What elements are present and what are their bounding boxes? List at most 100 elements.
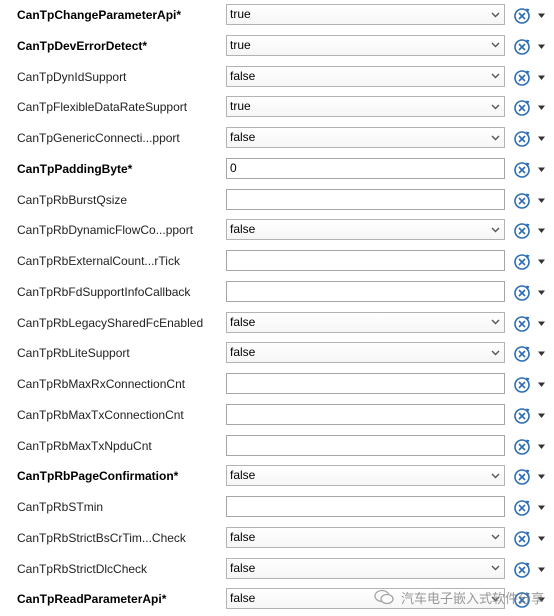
param-value-input[interactable] [230,435,500,455]
param-label: CanTpRbMaxTxConnectionCnt [17,407,184,422]
dropdown-selected-value: true [230,7,251,21]
reset-default-icon[interactable] [512,191,532,211]
reset-default-icon[interactable] [512,37,532,57]
reset-default-icon[interactable] [512,98,532,118]
chevron-down-icon[interactable] [487,128,504,147]
reset-default-icon[interactable] [512,344,532,364]
chevron-down-icon[interactable] [487,36,504,55]
chevron-down-icon[interactable] [487,343,504,362]
dropdown-selected-value: false [230,560,256,575]
reset-default-icon[interactable] [512,406,532,426]
param-value-dropdown[interactable]: false [226,465,505,487]
triangle-down-icon[interactable] [537,534,546,543]
param-label: CanTpRbFdSupportInfoCallback [17,284,191,299]
triangle-down-icon[interactable] [537,472,546,481]
param-value-dropdown[interactable]: true [226,34,505,56]
param-value-input[interactable] [230,158,500,178]
chevron-down-icon[interactable] [487,67,504,86]
reset-default-icon[interactable] [512,252,532,272]
dropdown-selected-value: false [230,130,256,144]
dropdown-selected-value: true [230,99,251,114]
triangle-down-icon[interactable] [537,11,546,20]
param-label: CanTpRbMaxRxConnectionCnt [17,377,186,391]
param-value-dropdown[interactable]: false [226,65,505,87]
triangle-down-icon[interactable] [537,349,546,358]
watermark: 汽车电子嵌入式软件分享 [373,586,544,608]
param-row-can-tp-dyn-id-support: CanTpDynIdSupport false [0,62,554,93]
param-row-can-tp-flexible-data-rate-support: CanTpFlexibleDataRateSupport true [0,92,554,123]
triangle-down-icon[interactable] [537,165,546,174]
triangle-down-icon[interactable] [537,196,546,205]
param-value-dropdown[interactable]: true [226,4,505,25]
reset-default-icon[interactable] [512,314,532,334]
param-row-can-tp-rb-max-tx-npdu-cnt: CanTpRbMaxTxNpduCnt [0,431,554,462]
triangle-down-icon[interactable] [537,42,546,51]
triangle-down-icon[interactable] [537,411,546,420]
dropdown-selected-value: false [230,529,256,544]
triangle-down-icon[interactable] [537,103,546,112]
chevron-down-icon[interactable] [487,220,504,239]
chevron-down-icon[interactable] [487,466,504,485]
triangle-down-icon[interactable] [537,565,546,574]
chevron-down-icon[interactable] [487,5,504,24]
param-value-textbox [226,188,505,210]
reset-default-icon[interactable] [512,437,532,457]
reset-default-icon[interactable] [512,467,532,487]
reset-default-icon[interactable] [512,129,532,149]
chevron-down-icon[interactable] [487,97,504,116]
triangle-down-icon[interactable] [537,257,546,266]
param-value-input[interactable] [230,404,500,424]
param-label: CanTpRbDynamicFlowCo...pport [17,223,194,238]
chevron-down-icon[interactable] [487,528,504,547]
param-value-dropdown[interactable]: false [226,557,505,579]
param-value-textbox [226,496,505,517]
triangle-down-icon[interactable] [537,288,546,297]
param-row-can-tp-rb-strict-bs-cr-tim-check: CanTpRbStrictBsCrTim...Check false [0,523,554,554]
param-row-can-tp-generic-connecti-pport: CanTpGenericConnecti...pport false [0,123,554,154]
param-row-can-tp-change-parameter-api: CanTpChangeParameterApi* true [0,0,554,31]
reset-default-icon[interactable] [512,6,532,26]
triangle-down-icon[interactable] [537,380,546,389]
param-value-textbox [226,434,505,456]
triangle-down-icon[interactable] [537,442,546,451]
param-row-can-tp-rb-external-count-r-tick: CanTpRbExternalCount...rTick [0,246,554,277]
param-value-input[interactable] [230,374,500,393]
param-label: CanTpRbPageConfirmation* [17,469,179,484]
param-value-dropdown[interactable]: false [226,526,505,548]
param-value-dropdown[interactable]: true [226,96,505,118]
param-row-can-tp-rb-dynamic-flow-co-pport: CanTpRbDynamicFlowCo...pport false [0,215,554,246]
param-row-can-tp-rb-strict-dlc-check: CanTpRbStrictDlcCheck false [0,554,554,585]
triangle-down-icon[interactable] [537,134,546,143]
param-value-textbox [226,280,505,302]
chevron-down-icon[interactable] [487,313,504,332]
param-value-input[interactable] [230,497,500,516]
reset-default-icon[interactable] [512,68,532,88]
triangle-down-icon[interactable] [537,319,546,328]
reset-default-icon[interactable] [512,375,532,395]
param-value-dropdown[interactable]: false [226,127,505,148]
param-value-dropdown[interactable]: false [226,219,505,241]
param-row-can-tp-dev-error-detect: CanTpDevErrorDetect* true [0,31,554,62]
param-value-input[interactable] [230,281,500,301]
reset-default-icon[interactable] [512,221,532,241]
reset-default-icon[interactable] [512,529,532,549]
triangle-down-icon[interactable] [537,226,546,235]
chevron-down-icon[interactable] [487,559,504,578]
reset-default-icon[interactable] [512,160,532,180]
param-value-dropdown[interactable]: false [226,342,505,364]
param-label: CanTpGenericConnecti...pport [17,131,180,145]
param-value-dropdown[interactable]: false [226,311,505,333]
param-label: CanTpRbBurstQsize [17,192,128,207]
param-value-textbox [226,403,505,425]
wechat-logo-icon [374,589,394,605]
triangle-down-icon[interactable] [537,73,546,82]
reset-default-icon[interactable] [512,283,532,303]
param-row-can-tp-rb-fd-support-info-callback: CanTpRbFdSupportInfoCallback [0,277,554,308]
param-value-input[interactable] [230,189,500,209]
param-row-can-tp-padding-byte: CanTpPaddingByte* [0,154,554,185]
reset-default-icon[interactable] [512,560,532,580]
param-row-can-tp-rb-lite-support: CanTpRbLiteSupport false [0,338,554,369]
param-value-input[interactable] [230,251,500,270]
triangle-down-icon[interactable] [537,503,546,512]
reset-default-icon[interactable] [512,498,532,518]
